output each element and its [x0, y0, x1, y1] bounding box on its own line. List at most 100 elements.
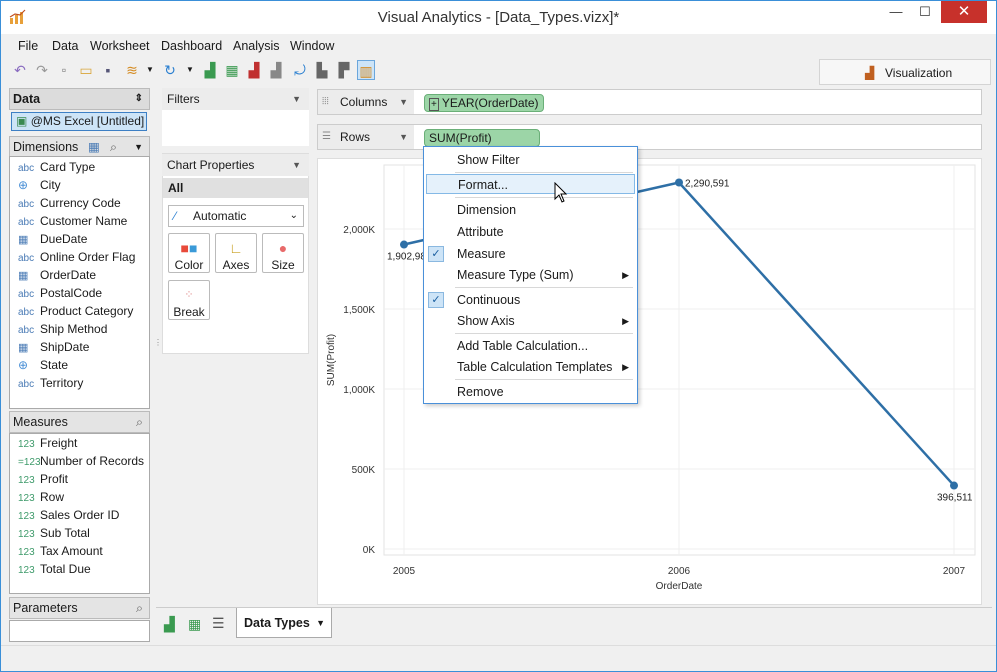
- list-item[interactable]: =123Number of Records: [18, 453, 148, 470]
- show-marks-icon[interactable]: ▥: [357, 60, 375, 80]
- minimize-button[interactable]: —: [883, 1, 909, 23]
- new-dashboard-icon[interactable]: ▦: [188, 616, 201, 633]
- list-item[interactable]: 123 Tax Amount: [18, 543, 148, 560]
- sort-descending-icon[interactable]: ▛: [335, 60, 353, 80]
- search-icon[interactable]: ⌕: [136, 412, 143, 432]
- chart-area: 0K 500K 1,000K 1,500K 2,000K 2005 2006 2007 Orde…: [317, 158, 982, 605]
- visualization-tab[interactable]: ▟ Visualization: [819, 59, 991, 85]
- menu-separator: [455, 197, 633, 198]
- all-marks-card[interactable]: All: [163, 178, 308, 198]
- list-item[interactable]: abc PostalCode: [18, 285, 148, 302]
- list-item[interactable]: abc Ship Method: [18, 321, 148, 338]
- sort-arrows-icon[interactable]: ⇕: [135, 89, 143, 109]
- list-item[interactable]: ▦ DueDate: [18, 231, 148, 248]
- chevron-down-icon[interactable]: ▼: [399, 125, 408, 149]
- menu-data[interactable]: Data: [52, 39, 78, 53]
- search-icon[interactable]: ⌕: [110, 137, 117, 157]
- status-bar: [1, 645, 996, 671]
- columns-pill[interactable]: + YEAR(OrderDate): [424, 94, 544, 112]
- chevron-right-icon: ▶: [622, 316, 629, 326]
- size-button[interactable]: ● Size: [262, 233, 304, 273]
- list-item[interactable]: abc Currency Code: [18, 195, 148, 212]
- number-icon: 123: [18, 493, 35, 504]
- chevron-down-icon[interactable]: ▼: [141, 60, 159, 80]
- filters-drop-zone[interactable]: [162, 110, 309, 146]
- axes-button[interactable]: ∟ Axes: [215, 233, 257, 273]
- sort-ascending-icon[interactable]: ▙: [313, 60, 331, 80]
- list-item[interactable]: ▦ OrderDate: [18, 267, 148, 284]
- data-source-icon[interactable]: ≋: [123, 60, 141, 80]
- menu-worksheet[interactable]: Worksheet: [90, 39, 150, 53]
- new-dashboard-icon[interactable]: ▦: [223, 60, 241, 80]
- save-icon[interactable]: ▪: [99, 60, 117, 80]
- datasource-item[interactable]: ▣ @MS Excel [Untitled]: [11, 112, 147, 131]
- list-item[interactable]: abc Territory: [18, 375, 148, 392]
- list-item[interactable]: 123 Total Due: [18, 561, 148, 578]
- list-item[interactable]: 123 Profit: [18, 471, 148, 488]
- field-label: OrderDate: [40, 268, 97, 282]
- menu-item-show-axis[interactable]: Show Axis ▶: [424, 311, 637, 331]
- menu-item-dimension[interactable]: Dimension: [424, 200, 637, 220]
- undo-icon[interactable]: ↶: [11, 60, 29, 80]
- menu-item-measure[interactable]: ✓ Measure: [424, 244, 637, 264]
- menu-window[interactable]: Window: [290, 39, 334, 53]
- maximize-button[interactable]: ☐: [912, 1, 938, 23]
- list-item[interactable]: abc Online Order Flag: [18, 249, 148, 266]
- splitter[interactable]: ⋮: [154, 88, 162, 608]
- new-file-icon[interactable]: ▫: [55, 60, 73, 80]
- chevron-down-icon[interactable]: ▼: [181, 60, 199, 80]
- sheet-tab-data-types[interactable]: Data Types ▼: [236, 608, 332, 638]
- new-worksheet-icon[interactable]: ▟: [201, 60, 219, 80]
- field-label: Row: [40, 490, 65, 504]
- menu-item-continuous[interactable]: ✓ Continuous: [424, 290, 637, 310]
- list-item[interactable]: ⊕ City: [18, 177, 148, 194]
- chevron-down-icon[interactable]: ▼: [316, 608, 325, 638]
- chevron-down-icon[interactable]: ▼: [399, 90, 408, 114]
- break-button[interactable]: ⁘ Break: [168, 280, 210, 320]
- refresh-icon[interactable]: ↻: [161, 60, 179, 80]
- list-item[interactable]: ▦ ShipDate: [18, 339, 148, 356]
- list-item[interactable]: ⊕ State: [18, 357, 148, 374]
- duplicate-sheet-icon[interactable]: ▟: [267, 60, 285, 80]
- sheet-list-icon[interactable]: ☰: [212, 615, 225, 632]
- parameters-header: Parameters ⌕: [9, 597, 150, 619]
- menu-item-format[interactable]: Format...: [426, 174, 635, 194]
- data-point: [675, 178, 683, 187]
- swap-icon[interactable]: ⤾: [291, 60, 309, 80]
- menu-item-table-calculation-templates[interactable]: Table Calculation Templates ▶: [424, 357, 637, 377]
- clear-sheet-icon[interactable]: ▟: [245, 60, 263, 80]
- rows-pill[interactable]: SUM(Profit): [424, 129, 540, 147]
- open-folder-icon[interactable]: ▭: [77, 60, 95, 80]
- field-label: Profit: [40, 472, 69, 486]
- search-icon[interactable]: ⌕: [136, 598, 143, 618]
- menu-analysis[interactable]: Analysis: [233, 39, 280, 53]
- close-button[interactable]: ✕: [941, 1, 987, 23]
- menu-item-remove[interactable]: Remove: [424, 382, 637, 402]
- chevron-right-icon: ▶: [622, 362, 629, 372]
- menu-item-add-table-calculation[interactable]: Add Table Calculation...: [424, 336, 637, 356]
- menu-item-attribute[interactable]: Attribute: [424, 222, 637, 242]
- measures-header: Measures ⌕: [9, 411, 150, 433]
- menu-item-show-filter[interactable]: Show Filter: [424, 150, 637, 170]
- menu-dashboard[interactable]: Dashboard: [161, 39, 222, 53]
- chevron-down-icon[interactable]: ▼: [292, 88, 301, 110]
- chevron-down-icon[interactable]: ▼: [292, 154, 301, 176]
- list-item[interactable]: 123 Row: [18, 489, 148, 506]
- new-worksheet-icon[interactable]: ▟: [164, 616, 175, 633]
- list-item[interactable]: abc Customer Name: [18, 213, 148, 230]
- chevron-down-icon[interactable]: ▼: [134, 137, 143, 157]
- data-point: [400, 240, 408, 249]
- table-view-icon[interactable]: ▦: [88, 137, 100, 157]
- list-item[interactable]: 123 Sub Total: [18, 525, 148, 542]
- color-button[interactable]: ■■ Color: [168, 233, 210, 273]
- list-item[interactable]: abc Card Type: [18, 159, 148, 176]
- expand-icon[interactable]: +: [429, 98, 439, 111]
- menu-file[interactable]: File: [18, 39, 38, 53]
- list-item[interactable]: 123 Freight: [18, 435, 148, 452]
- redo-icon[interactable]: ↷: [33, 60, 51, 80]
- mark-type-select[interactable]: ⁄ Automatic ⌄: [168, 205, 304, 227]
- abc-icon: abc: [18, 325, 35, 336]
- menu-item-measure-type[interactable]: Measure Type (Sum) ▶: [424, 265, 637, 285]
- list-item[interactable]: abc Product Category: [18, 303, 148, 320]
- list-item[interactable]: 123 Sales Order ID: [18, 507, 148, 524]
